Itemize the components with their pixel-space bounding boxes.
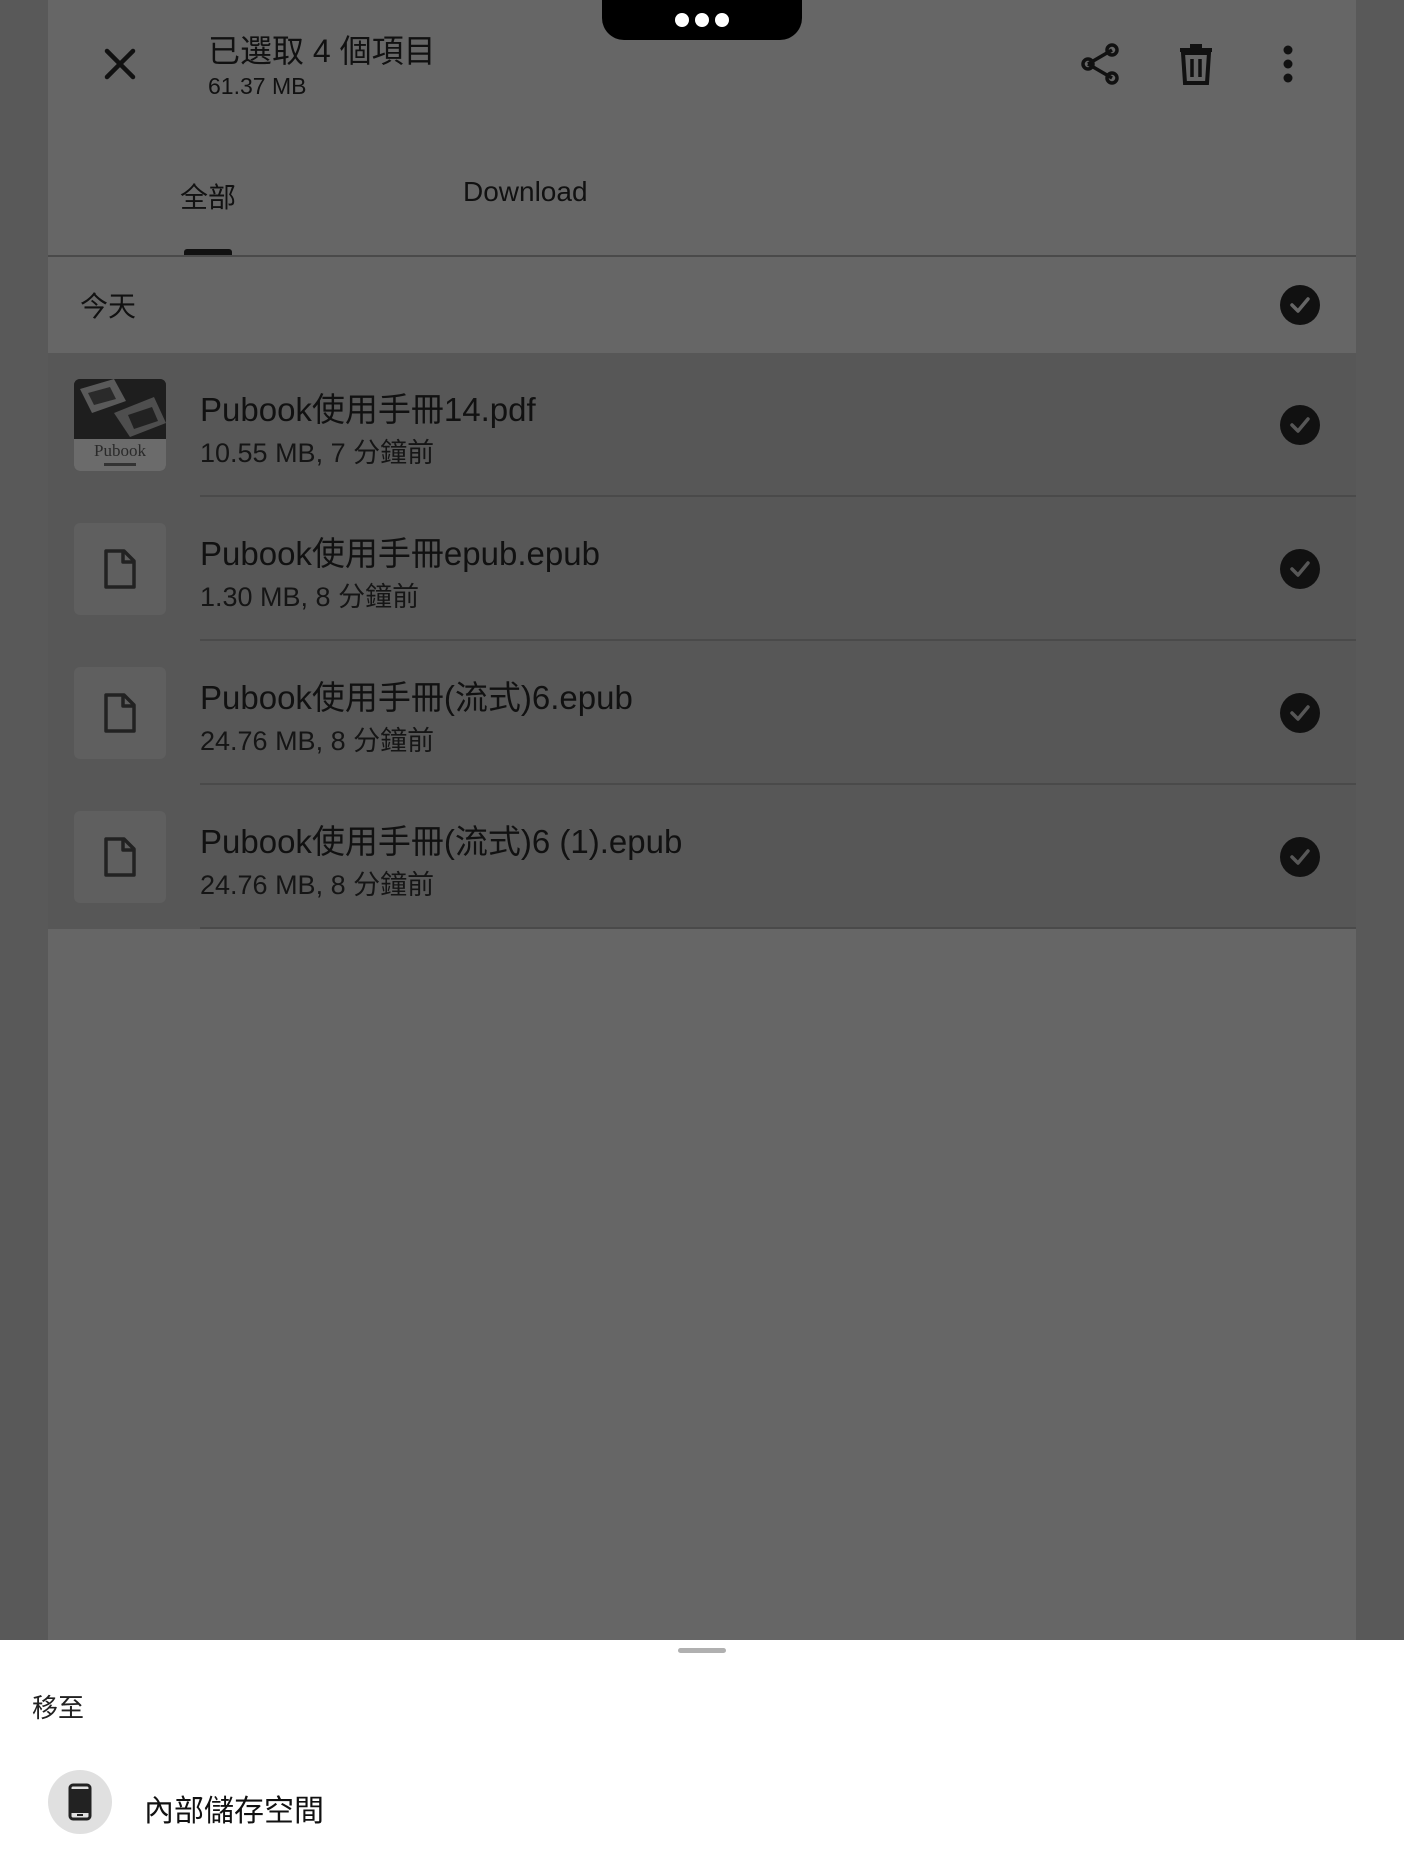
- row-check-icon[interactable]: [1280, 693, 1320, 733]
- file-icon: [104, 693, 136, 733]
- file-thumbnail: [74, 811, 166, 903]
- row-check-icon[interactable]: [1280, 549, 1320, 589]
- more-options-button[interactable]: [1256, 32, 1320, 96]
- internal-storage-option[interactable]: 內部儲存空間: [144, 1786, 324, 1830]
- file-icon: [104, 837, 136, 877]
- move-to-bottom-sheet: 移至 內部儲存空間: [0, 1640, 1404, 1872]
- file-name: Pubook使用手冊(流式)6 (1).epub: [200, 823, 683, 860]
- file-icon: [104, 549, 136, 589]
- tab-download[interactable]: Download: [463, 176, 588, 208]
- section-label: 今天: [80, 291, 137, 322]
- file-meta: 24.76 MB, 8 分鐘前: [200, 870, 435, 900]
- window-handle[interactable]: [602, 0, 802, 40]
- selection-title: 已選取 4 個項目: [208, 33, 436, 69]
- row-check-icon[interactable]: [1280, 837, 1320, 877]
- selection-size: 61.37 MB: [208, 73, 307, 99]
- file-meta: 10.55 MB, 7 分鐘前: [200, 438, 435, 468]
- file-name: Pubook使用手冊epub.epub: [200, 535, 600, 572]
- close-icon: [104, 48, 136, 80]
- close-button[interactable]: [88, 32, 152, 96]
- internal-storage-icon-wrap[interactable]: [48, 1770, 112, 1834]
- checkmark-icon: [1290, 705, 1310, 721]
- share-button[interactable]: [1068, 32, 1132, 96]
- file-name: Pubook使用手冊14.pdf: [200, 391, 536, 428]
- pdf-thumbnail: Pubook: [74, 379, 166, 471]
- tab-bar: 全部 Download: [48, 150, 1356, 257]
- file-row[interactable]: Pubook Pubook使用手冊14.pdf 10.55 MB, 7 分鐘前: [48, 353, 1356, 497]
- file-thumbnail: [74, 523, 166, 615]
- share-icon: [1081, 43, 1119, 85]
- file-list: Pubook Pubook使用手冊14.pdf 10.55 MB, 7 分鐘前 …: [48, 353, 1356, 929]
- pdf-thumbnail-text: Pubook: [94, 441, 146, 460]
- phone-icon: [68, 1783, 92, 1821]
- file-meta: 1.30 MB, 8 分鐘前: [200, 582, 420, 612]
- checkmark-icon: [1290, 849, 1310, 865]
- sheet-title: 移至: [32, 1693, 85, 1723]
- checkmark-icon: [1290, 417, 1310, 433]
- row-check-icon[interactable]: [1280, 405, 1320, 445]
- section-check-icon[interactable]: [1280, 285, 1320, 325]
- section-header-today[interactable]: 今天: [48, 257, 1356, 353]
- file-name: Pubook使用手冊(流式)6.epub: [200, 679, 633, 716]
- file-thumbnail: [74, 667, 166, 759]
- row-divider: [200, 927, 1356, 929]
- checkmark-icon: [1290, 561, 1310, 577]
- checkmark-icon: [1290, 297, 1310, 313]
- delete-button[interactable]: [1164, 32, 1228, 96]
- more-vert-icon: [1283, 45, 1293, 83]
- tab-indicator: [184, 249, 232, 255]
- file-row[interactable]: Pubook使用手冊epub.epub 1.30 MB, 8 分鐘前: [48, 497, 1356, 641]
- file-meta: 24.76 MB, 8 分鐘前: [200, 726, 435, 756]
- sheet-drag-handle[interactable]: [678, 1648, 726, 1653]
- tab-all[interactable]: 全部: [180, 176, 236, 216]
- file-row[interactable]: Pubook使用手冊(流式)6.epub 24.76 MB, 8 分鐘前: [48, 641, 1356, 785]
- more-dots-icon-dot: [695, 13, 709, 27]
- more-dots-icon-dot: [715, 13, 729, 27]
- file-row[interactable]: Pubook使用手冊(流式)6 (1).epub 24.76 MB, 8 分鐘前: [48, 785, 1356, 929]
- more-dots-icon: [675, 13, 689, 27]
- trash-icon: [1180, 44, 1212, 85]
